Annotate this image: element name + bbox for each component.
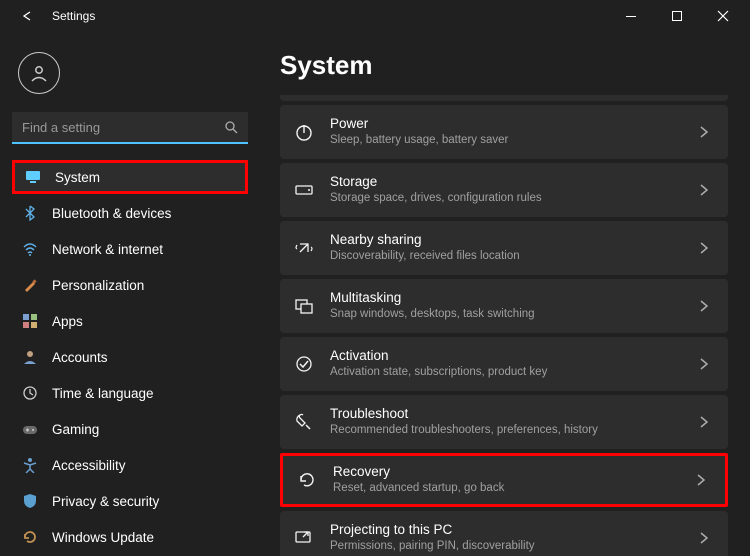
sidebar-item-label: Apps (52, 314, 83, 329)
person-icon (22, 349, 38, 365)
setting-recovery[interactable]: Recovery Reset, advanced startup, go bac… (280, 453, 728, 507)
scroll-hint-top (280, 95, 728, 101)
apps-icon (22, 313, 38, 329)
accessibility-icon (22, 457, 38, 473)
sidebar-item-time-language[interactable]: Time & language (12, 376, 248, 410)
sidebar-item-label: Accounts (52, 350, 108, 365)
sidebar-item-personalization[interactable]: Personalization (12, 268, 248, 302)
chevron-right-icon (696, 414, 712, 430)
setting-multitasking[interactable]: Multitasking Snap windows, desktops, tas… (280, 279, 728, 333)
page-title: System (280, 50, 728, 81)
clock-language-icon (22, 385, 38, 401)
chevron-right-icon (696, 240, 712, 256)
close-icon (715, 8, 731, 24)
sidebar-item-accessibility[interactable]: Accessibility (12, 448, 248, 482)
sidebar-item-label: System (55, 170, 100, 185)
bluetooth-icon (22, 205, 38, 221)
setting-title: Storage (330, 174, 542, 191)
chevron-right-icon (696, 124, 712, 140)
search-box[interactable] (12, 112, 248, 144)
gamepad-icon (22, 421, 38, 437)
setting-storage[interactable]: Storage Storage space, drives, configura… (280, 163, 728, 217)
recovery-icon (297, 470, 317, 490)
setting-subtitle: Sleep, battery usage, battery saver (330, 133, 508, 147)
setting-title: Power (330, 116, 508, 133)
avatar[interactable] (18, 52, 60, 94)
window-title: Settings (52, 9, 95, 23)
sidebar-item-label: Time & language (52, 386, 154, 401)
setting-title: Recovery (333, 464, 504, 481)
back-icon (20, 8, 36, 24)
setting-projecting-to-this-pc[interactable]: Projecting to this PC Permissions, pairi… (280, 511, 728, 556)
chevron-right-icon (693, 472, 709, 488)
main-content: System Power Sleep, battery usage, batte… (260, 32, 750, 556)
wifi-icon (22, 241, 38, 257)
setting-troubleshoot[interactable]: Troubleshoot Recommended troubleshooters… (280, 395, 728, 449)
back-button[interactable] (16, 4, 40, 28)
setting-subtitle: Reset, advanced startup, go back (333, 481, 504, 495)
sidebar-item-label: Privacy & security (52, 494, 159, 509)
title-bar: Settings (0, 0, 750, 32)
sidebar-item-windows-update[interactable]: Windows Update (12, 520, 248, 554)
sidebar-item-label: Bluetooth & devices (52, 206, 171, 221)
sidebar-item-gaming[interactable]: Gaming (12, 412, 248, 446)
sidebar-item-accounts[interactable]: Accounts (12, 340, 248, 374)
settings-list: Power Sleep, battery usage, battery save… (280, 95, 728, 556)
setting-subtitle: Permissions, pairing PIN, discoverabilit… (330, 539, 535, 553)
window-controls (608, 0, 746, 32)
search-icon (224, 120, 238, 134)
sidebar-item-label: Gaming (52, 422, 99, 437)
chevron-right-icon (696, 530, 712, 546)
sidebar-item-label: Accessibility (52, 458, 126, 473)
storage-icon (294, 180, 314, 200)
minimize-icon (623, 8, 639, 24)
sidebar-item-label: Personalization (52, 278, 144, 293)
power-icon (294, 122, 314, 142)
nearby-share-icon (294, 238, 314, 258)
shield-icon (22, 493, 38, 509)
sidebar-item-apps[interactable]: Apps (12, 304, 248, 338)
sidebar-item-bluetooth-devices[interactable]: Bluetooth & devices (12, 196, 248, 230)
setting-subtitle: Storage space, drives, configuration rul… (330, 191, 542, 205)
display-icon (25, 169, 41, 185)
chevron-right-icon (696, 356, 712, 372)
setting-title: Projecting to this PC (330, 522, 535, 539)
chevron-right-icon (696, 298, 712, 314)
person-icon (29, 63, 49, 83)
paintbrush-icon (22, 277, 38, 293)
update-icon (22, 529, 38, 545)
maximize-button[interactable] (654, 0, 700, 32)
chevron-right-icon (696, 182, 712, 198)
troubleshoot-icon (294, 412, 314, 432)
minimize-button[interactable] (608, 0, 654, 32)
setting-title: Troubleshoot (330, 406, 598, 423)
setting-title: Nearby sharing (330, 232, 520, 249)
close-button[interactable] (700, 0, 746, 32)
sidebar-item-system[interactable]: System (12, 160, 248, 194)
setting-subtitle: Recommended troubleshooters, preferences… (330, 423, 598, 437)
sidebar-item-label: Network & internet (52, 242, 163, 257)
multitasking-icon (294, 296, 314, 316)
setting-title: Multitasking (330, 290, 535, 307)
search-input[interactable] (22, 120, 224, 135)
setting-power[interactable]: Power Sleep, battery usage, battery save… (280, 105, 728, 159)
setting-subtitle: Activation state, subscriptions, product… (330, 365, 547, 379)
setting-subtitle: Snap windows, desktops, task switching (330, 307, 535, 321)
setting-activation[interactable]: Activation Activation state, subscriptio… (280, 337, 728, 391)
sidebar-item-network-internet[interactable]: Network & internet (12, 232, 248, 266)
sidebar-item-label: Windows Update (52, 530, 154, 545)
activation-icon (294, 354, 314, 374)
setting-nearby-sharing[interactable]: Nearby sharing Discoverability, received… (280, 221, 728, 275)
setting-title: Activation (330, 348, 547, 365)
sidebar-item-privacy-security[interactable]: Privacy & security (12, 484, 248, 518)
projecting-icon (294, 528, 314, 548)
maximize-icon (669, 8, 685, 24)
setting-subtitle: Discoverability, received files location (330, 249, 520, 263)
sidebar: System Bluetooth & devices Network & int… (0, 32, 260, 556)
